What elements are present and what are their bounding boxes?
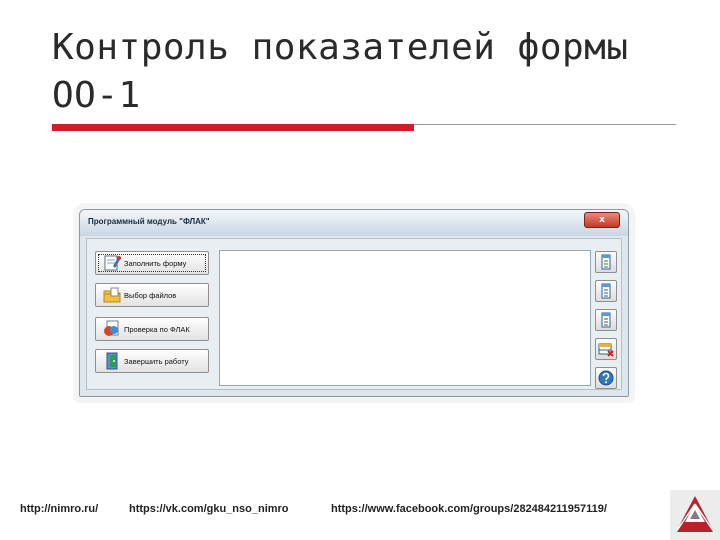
exit-label: Завершить работу: [124, 357, 189, 366]
second-column-icon: [601, 283, 611, 299]
title-divider: [414, 124, 676, 125]
help-icon: [598, 370, 614, 386]
first-column-icon: [601, 254, 611, 270]
logo-badge: [670, 490, 720, 540]
toolbar-button-3[interactable]: [595, 309, 617, 331]
close-button[interactable]: x: [584, 212, 620, 228]
close-icon: x: [599, 215, 605, 225]
exit-door-icon: [106, 352, 118, 370]
slide-title-line2: ОО-1: [52, 75, 141, 116]
third-column-icon: [601, 312, 611, 328]
title-accent-rule: [52, 124, 414, 131]
logo-icon: [675, 496, 715, 533]
fill-form-label: Заполнить форму: [124, 259, 187, 268]
window-titlebar[interactable]: Программный модуль "ФЛАК" x: [80, 210, 628, 236]
toolbar-button-4[interactable]: [595, 338, 617, 360]
check-document-icon: [104, 320, 119, 336]
select-files-label: Выбор файлов: [124, 291, 177, 300]
footer-link-vk[interactable]: https://vk.com/gku_nso_nimro: [129, 503, 289, 515]
exit-button[interactable]: Завершить работу: [95, 349, 209, 373]
slide-title: Контроль показателей формы ОО-1: [52, 24, 692, 120]
footer-link-facebook[interactable]: https://www.facebook.com/groups/28248421…: [331, 503, 607, 515]
flak-check-button[interactable]: Проверка по ФЛАК: [95, 317, 209, 341]
toolbar-button-5[interactable]: [595, 367, 617, 389]
folder-icon: [103, 287, 121, 303]
toolbar-button-1[interactable]: [595, 251, 617, 273]
delete-table-icon: [598, 343, 614, 357]
fill-form-button[interactable]: Заполнить форму: [95, 251, 209, 275]
select-files-button[interactable]: Выбор файлов: [95, 283, 209, 307]
window-client-area: Заполнить форму Выбор файлов Проверка по…: [86, 238, 622, 390]
footer-link-nimro[interactable]: http://nimro.ru/: [20, 503, 98, 515]
flak-window: Программный модуль "ФЛАК" x Заполнить фо…: [79, 209, 629, 397]
pencil-form-icon: [104, 255, 121, 271]
toolbar-button-2[interactable]: [595, 280, 617, 302]
slide-title-line1: Контроль показателей формы: [52, 27, 629, 68]
flak-check-label: Проверка по ФЛАК: [124, 325, 190, 334]
window-title: Программный модуль "ФЛАК": [88, 217, 210, 226]
results-list[interactable]: [219, 250, 591, 386]
